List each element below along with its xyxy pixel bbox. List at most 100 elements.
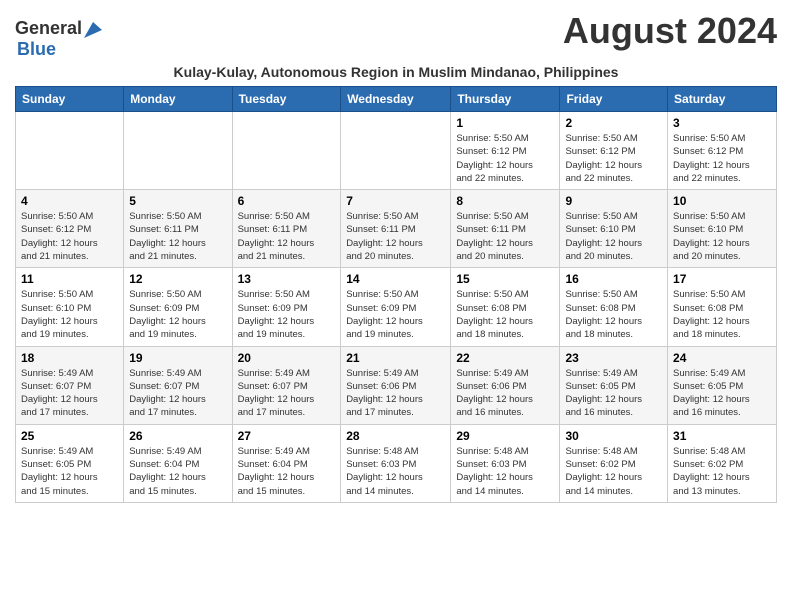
day-detail: Sunrise: 5:50 AM Sunset: 6:08 PM Dayligh… (565, 288, 662, 341)
day-detail: Sunrise: 5:50 AM Sunset: 6:09 PM Dayligh… (238, 288, 336, 341)
week-row-2: 4 Sunrise: 5:50 AM Sunset: 6:12 PM Daylig… (16, 190, 777, 268)
day-number: 23 (565, 351, 662, 365)
day-number: 16 (565, 272, 662, 286)
day-detail: Sunrise: 5:50 AM Sunset: 6:09 PM Dayligh… (346, 288, 445, 341)
logo: General Blue (15, 18, 102, 60)
day-number: 13 (238, 272, 336, 286)
day-detail: Sunrise: 5:50 AM Sunset: 6:09 PM Dayligh… (129, 288, 226, 341)
day-number: 9 (565, 194, 662, 208)
day-cell: 5 Sunrise: 5:50 AM Sunset: 6:11 PM Daylig… (124, 190, 232, 268)
day-detail: Sunrise: 5:50 AM Sunset: 6:08 PM Dayligh… (456, 288, 554, 341)
day-cell: 29Sunrise: 5:48 AM Sunset: 6:03 PM Dayli… (451, 424, 560, 502)
day-detail: Sunrise: 5:50 AM Sunset: 6:12 PM Dayligh… (456, 132, 554, 185)
day-cell: 9 Sunrise: 5:50 AM Sunset: 6:10 PM Daylig… (560, 190, 668, 268)
day-detail: Sunrise: 5:50 AM Sunset: 6:11 PM Dayligh… (456, 210, 554, 263)
day-number: 2 (565, 116, 662, 130)
day-cell: 11 Sunrise: 5:50 AM Sunset: 6:10 PM Dayli… (16, 268, 124, 346)
day-cell: 4 Sunrise: 5:50 AM Sunset: 6:12 PM Daylig… (16, 190, 124, 268)
day-cell: 20Sunrise: 5:49 AM Sunset: 6:07 PM Dayli… (232, 346, 341, 424)
day-cell: 6 Sunrise: 5:50 AM Sunset: 6:11 PM Daylig… (232, 190, 341, 268)
day-number: 11 (21, 272, 118, 286)
day-cell: 26 Sunrise: 5:49 AM Sunset: 6:04 PM Dayli… (124, 424, 232, 502)
day-detail: Sunrise: 5:48 AM Sunset: 6:02 PM Dayligh… (673, 445, 771, 498)
day-cell (16, 112, 124, 190)
day-number: 17 (673, 272, 771, 286)
day-cell: 17 Sunrise: 5:50 AM Sunset: 6:08 PM Dayli… (668, 268, 777, 346)
day-detail: Sunrise: 5:50 AM Sunset: 6:11 PM Dayligh… (346, 210, 445, 263)
day-number: 24 (673, 351, 771, 365)
column-header-monday: Monday (124, 87, 232, 112)
header-row: SundayMondayTuesdayWednesdayThursdayFrid… (16, 87, 777, 112)
day-detail: Sunrise: 5:50 AM Sunset: 6:08 PM Dayligh… (673, 288, 771, 341)
day-cell: 18 Sunrise: 5:49 AM Sunset: 6:07 PM Dayli… (16, 346, 124, 424)
day-detail: Sunrise: 5:49 AM Sunset: 6:04 PM Dayligh… (129, 445, 226, 498)
day-detail: Sunrise: 5:50 AM Sunset: 6:11 PM Dayligh… (129, 210, 226, 263)
day-cell (124, 112, 232, 190)
day-number: 12 (129, 272, 226, 286)
day-number: 1 (456, 116, 554, 130)
day-number: 8 (456, 194, 554, 208)
day-detail: Sunrise: 5:50 AM Sunset: 6:12 PM Dayligh… (565, 132, 662, 185)
day-cell: 21 Sunrise: 5:49 AM Sunset: 6:06 PM Dayli… (341, 346, 451, 424)
column-header-tuesday: Tuesday (232, 87, 341, 112)
column-header-saturday: Saturday (668, 87, 777, 112)
day-number: 18 (21, 351, 118, 365)
week-row-1: 1 Sunrise: 5:50 AM Sunset: 6:12 PM Daylig… (16, 112, 777, 190)
day-cell: 15 Sunrise: 5:50 AM Sunset: 6:08 PM Dayli… (451, 268, 560, 346)
day-detail: Sunrise: 5:49 AM Sunset: 6:05 PM Dayligh… (21, 445, 118, 498)
column-header-thursday: Thursday (451, 87, 560, 112)
day-detail: Sunrise: 5:49 AM Sunset: 6:05 PM Dayligh… (565, 367, 662, 420)
day-cell: 22Sunrise: 5:49 AM Sunset: 6:06 PM Dayli… (451, 346, 560, 424)
day-number: 14 (346, 272, 445, 286)
day-number: 19 (129, 351, 226, 365)
day-number: 6 (238, 194, 336, 208)
day-cell: 23 Sunrise: 5:49 AM Sunset: 6:05 PM Dayli… (560, 346, 668, 424)
day-number: 15 (456, 272, 554, 286)
day-number: 4 (21, 194, 118, 208)
day-detail: Sunrise: 5:49 AM Sunset: 6:05 PM Dayligh… (673, 367, 771, 420)
day-cell: 24 Sunrise: 5:49 AM Sunset: 6:05 PM Dayli… (668, 346, 777, 424)
day-detail: Sunrise: 5:48 AM Sunset: 6:03 PM Dayligh… (456, 445, 554, 498)
logo-general-text: General (15, 18, 82, 39)
day-detail: Sunrise: 5:49 AM Sunset: 6:06 PM Dayligh… (346, 367, 445, 420)
day-detail: Sunrise: 5:50 AM Sunset: 6:12 PM Dayligh… (673, 132, 771, 185)
day-cell: 30Sunrise: 5:48 AM Sunset: 6:02 PM Dayli… (560, 424, 668, 502)
day-cell: 25Sunrise: 5:49 AM Sunset: 6:05 PM Dayli… (16, 424, 124, 502)
day-number: 5 (129, 194, 226, 208)
day-detail: Sunrise: 5:50 AM Sunset: 6:11 PM Dayligh… (238, 210, 336, 263)
day-detail: Sunrise: 5:50 AM Sunset: 6:12 PM Dayligh… (21, 210, 118, 263)
day-number: 7 (346, 194, 445, 208)
day-detail: Sunrise: 5:49 AM Sunset: 6:07 PM Dayligh… (238, 367, 336, 420)
page-header: General Blue August 2024 (15, 10, 777, 60)
subtitle: Kulay-Kulay, Autonomous Region in Muslim… (15, 64, 777, 80)
column-header-wednesday: Wednesday (341, 87, 451, 112)
day-number: 21 (346, 351, 445, 365)
day-cell: 14 Sunrise: 5:50 AM Sunset: 6:09 PM Dayli… (341, 268, 451, 346)
day-cell: 3Sunrise: 5:50 AM Sunset: 6:12 PM Daylig… (668, 112, 777, 190)
day-cell: 19Sunrise: 5:49 AM Sunset: 6:07 PM Dayli… (124, 346, 232, 424)
day-detail: Sunrise: 5:49 AM Sunset: 6:04 PM Dayligh… (238, 445, 336, 498)
day-detail: Sunrise: 5:50 AM Sunset: 6:10 PM Dayligh… (565, 210, 662, 263)
day-number: 27 (238, 429, 336, 443)
week-row-4: 18 Sunrise: 5:49 AM Sunset: 6:07 PM Dayli… (16, 346, 777, 424)
day-cell (341, 112, 451, 190)
month-title: August 2024 (563, 10, 777, 52)
day-detail: Sunrise: 5:49 AM Sunset: 6:06 PM Dayligh… (456, 367, 554, 420)
day-detail: Sunrise: 5:49 AM Sunset: 6:07 PM Dayligh… (21, 367, 118, 420)
week-row-5: 25Sunrise: 5:49 AM Sunset: 6:05 PM Dayli… (16, 424, 777, 502)
day-number: 26 (129, 429, 226, 443)
day-cell: 10 Sunrise: 5:50 AM Sunset: 6:10 PM Dayli… (668, 190, 777, 268)
column-header-sunday: Sunday (16, 87, 124, 112)
day-cell: 31Sunrise: 5:48 AM Sunset: 6:02 PM Dayli… (668, 424, 777, 502)
day-detail: Sunrise: 5:50 AM Sunset: 6:10 PM Dayligh… (21, 288, 118, 341)
day-cell (232, 112, 341, 190)
day-detail: Sunrise: 5:48 AM Sunset: 6:03 PM Dayligh… (346, 445, 445, 498)
day-number: 10 (673, 194, 771, 208)
day-detail: Sunrise: 5:50 AM Sunset: 6:10 PM Dayligh… (673, 210, 771, 263)
day-cell: 12 Sunrise: 5:50 AM Sunset: 6:09 PM Dayli… (124, 268, 232, 346)
day-number: 28 (346, 429, 445, 443)
day-cell: 1 Sunrise: 5:50 AM Sunset: 6:12 PM Daylig… (451, 112, 560, 190)
day-cell: 28 Sunrise: 5:48 AM Sunset: 6:03 PM Dayli… (341, 424, 451, 502)
day-number: 30 (565, 429, 662, 443)
day-cell: 8 Sunrise: 5:50 AM Sunset: 6:11 PM Daylig… (451, 190, 560, 268)
